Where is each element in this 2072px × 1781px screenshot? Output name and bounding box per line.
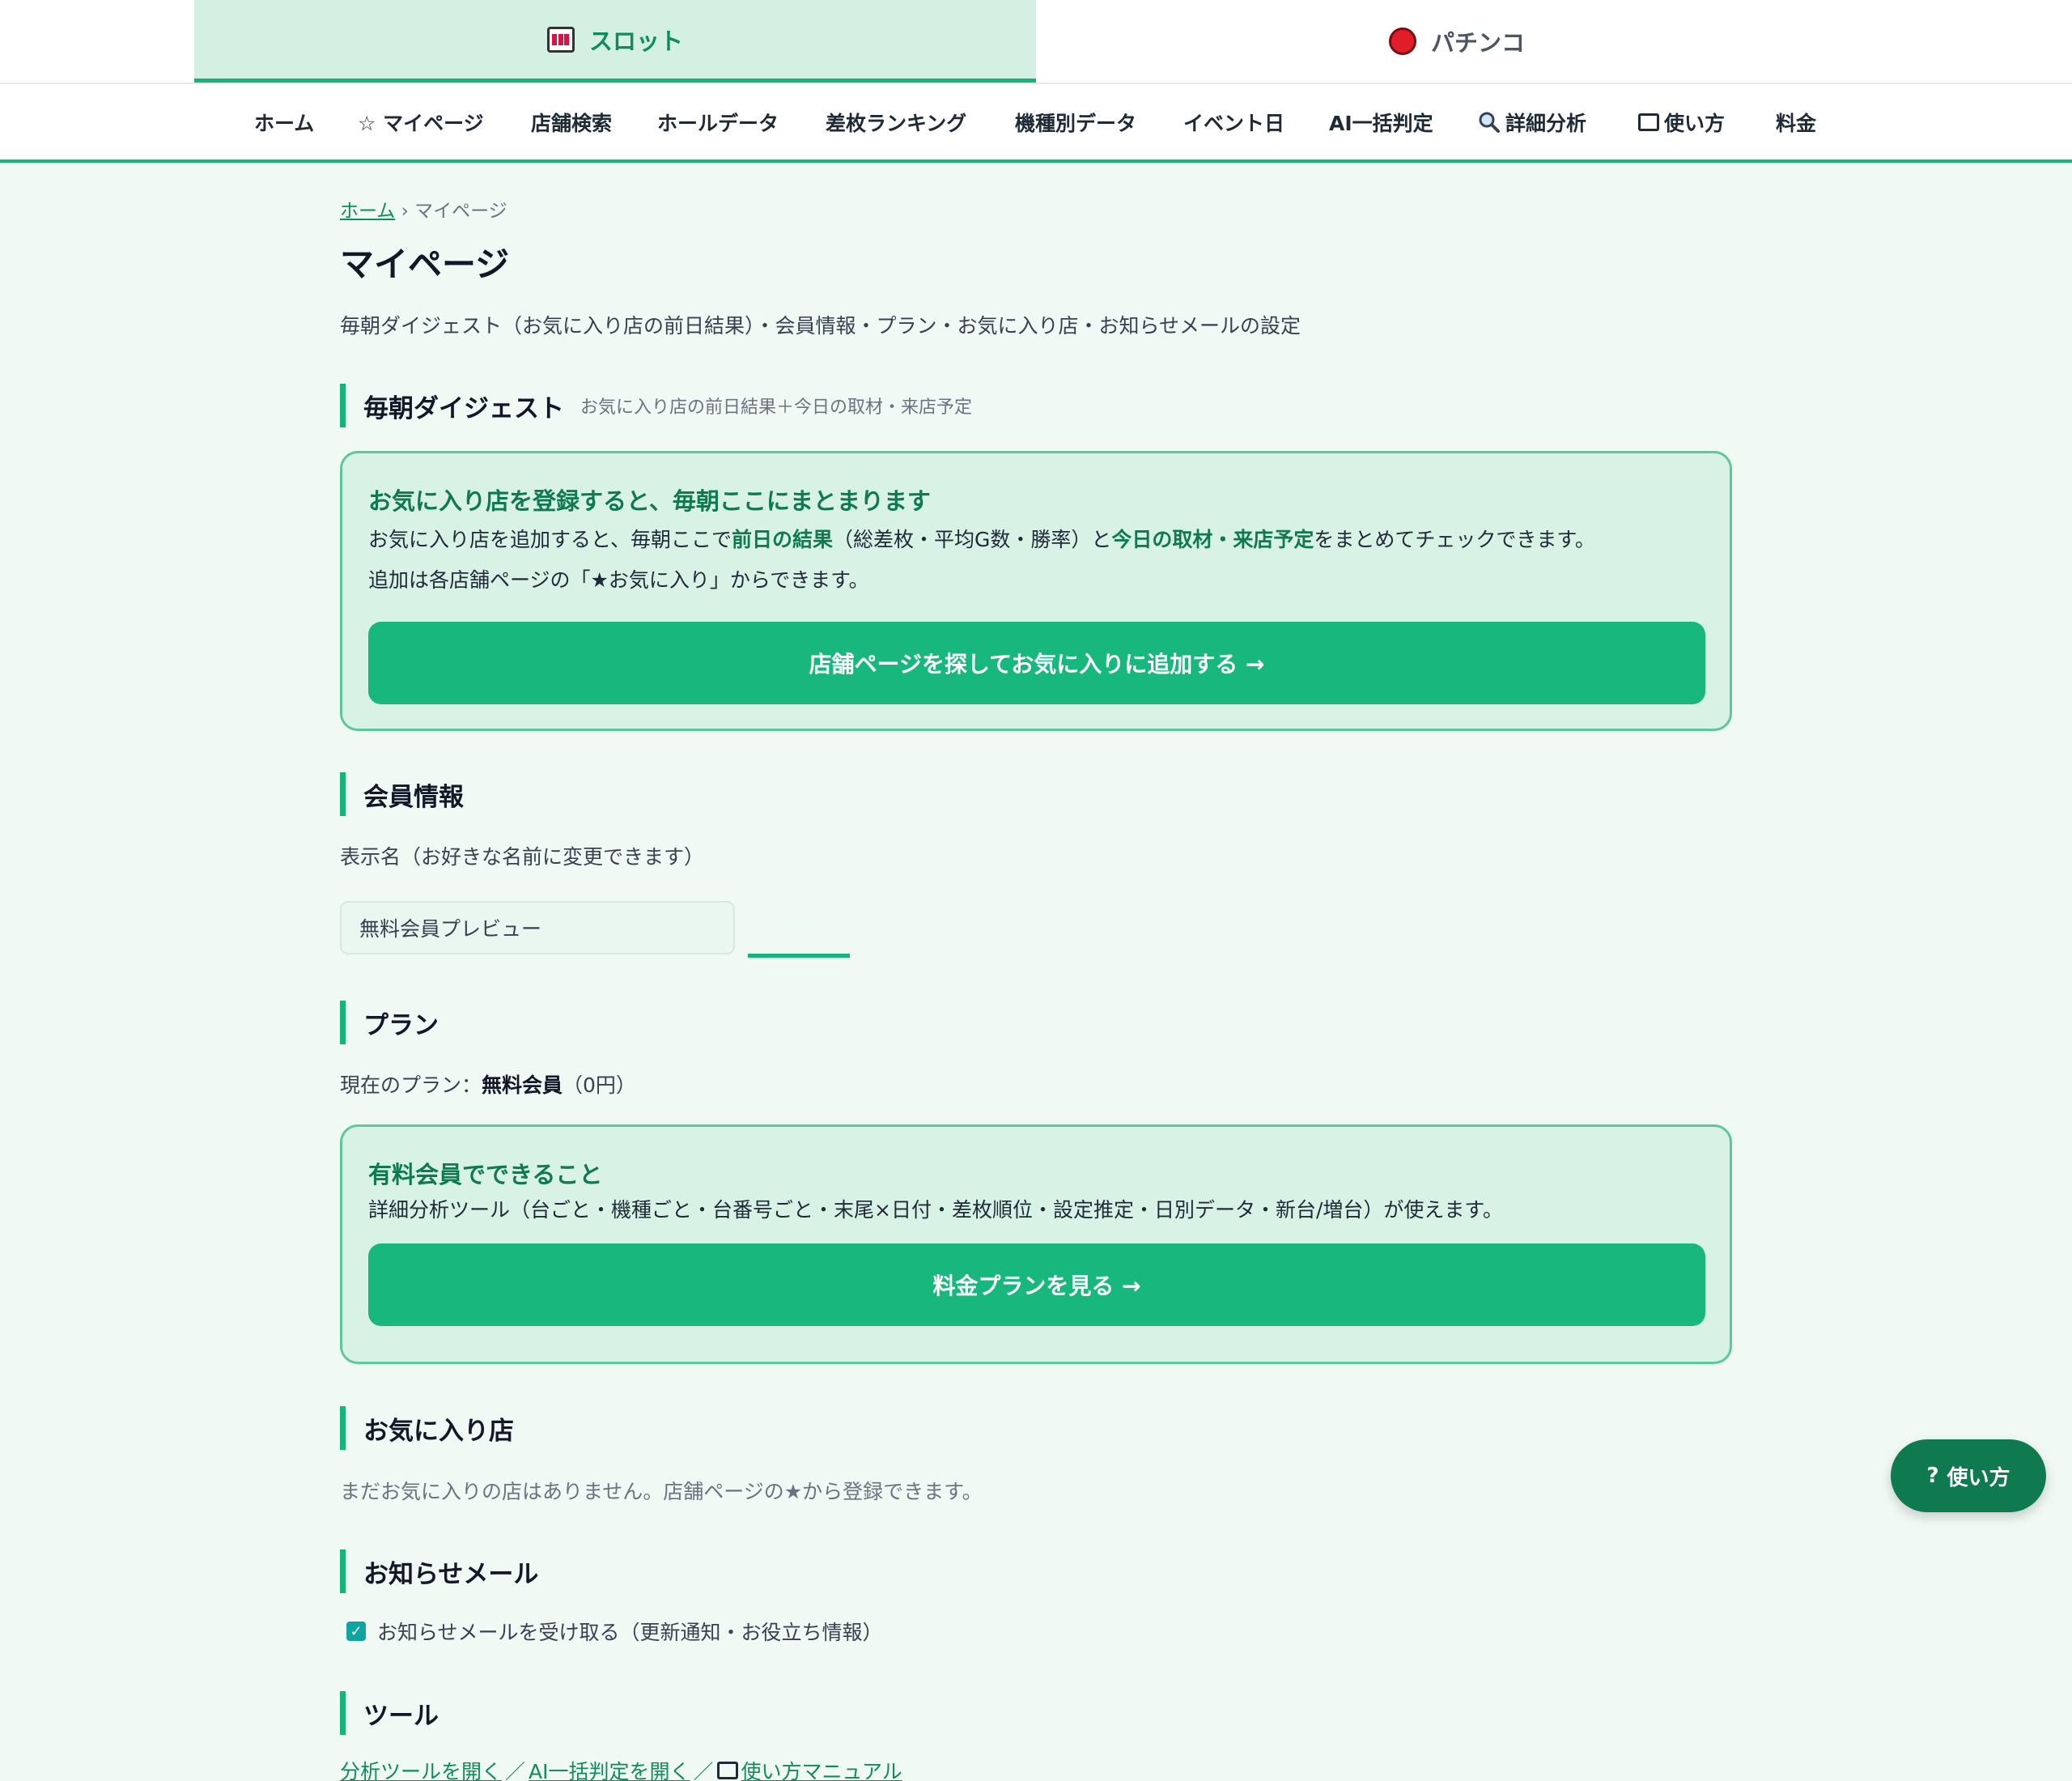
main-nav: ホーム ☆ マイページ 店舗検索 ホールデータ 差枚ランキング 機種別データ イ… [0,83,2072,163]
magnifier-icon [1479,112,1500,133]
nav-store-search[interactable]: 店舗検索 [531,84,612,159]
save-button[interactable]: 保存 [748,898,850,958]
help-question-icon: ? [1926,1464,1939,1488]
nav-ai-judge[interactable]: AI一括判定 [1329,84,1433,159]
digest-heading-title: 毎朝ダイジェスト [363,393,564,423]
nav-store-search-label: 店舗検索 [531,111,613,135]
nav-mypage-label: ☆ マイページ [358,111,484,135]
plan-card-title: 有料会員でできること [368,1161,603,1188]
digest-text-1b: 前日の結果 [732,528,834,551]
help-floating-button[interactable]: ? 使い方 [1891,1439,2046,1512]
digest-card-text-1: お気に入り店を追加すると、毎朝ここで前日の結果（総差枚・平均G数・勝率）と今日の… [368,520,1704,560]
nav-ranking[interactable]: 差枚ランキング [826,84,966,159]
plan-heading: プラン [340,1001,439,1044]
nav-home-label: ホーム [254,111,315,135]
tools-heading: ツール [340,1691,439,1735]
breadcrumb-current: マイページ [414,201,507,222]
digest-text-1d: 今日の取材・来店予定 [1111,528,1314,551]
nav-detail-analysis[interactable]: 詳細分析 [1478,84,1586,159]
manual-link[interactable]: 使い方マニュアル [741,1756,902,1781]
nav-machine-data-label: 機種別データ [1015,111,1137,135]
nav-ai-judge-label: AI一括判定 [1329,111,1433,135]
tool-links: 分析ツールを開く ／ AI一括判定を開く ／ 使い方マニュアル [340,1756,902,1781]
help-floating-label: 使い方 [1947,1465,2010,1490]
tool-link-separator-2: ／ [693,1760,714,1781]
member-heading: 会員情報 [340,772,464,816]
digest-heading-subtitle: お気に入り店の前日結果＋今日の取材・来店予定 [580,397,973,418]
current-plan-price: （0円） [563,1073,636,1097]
digest-text-1c: （総差枚・平均G数・勝率）と [833,528,1112,551]
current-plan-name: 無料会員 [482,1073,563,1097]
tools-heading-title: ツール [363,1701,439,1731]
digest-text-1e: をまとめてチェックできます。 [1314,528,1595,551]
mail-heading-title: お知らせメール [363,1559,539,1589]
nav-machine-data[interactable]: 機種別データ [1015,84,1136,159]
tab-slot-label: スロット [588,27,683,55]
mail-optin-row: ✓ お知らせメールを受け取る（更新通知・お役立ち情報） [346,1617,883,1646]
nav-ranking-label: 差枚ランキング [826,111,967,135]
open-analysis-tool-link[interactable]: 分析ツールを開く [340,1756,502,1781]
tab-pachinko[interactable]: パチンコ [1036,0,1878,83]
nav-detail-analysis-label: 詳細分析 [1505,111,1587,135]
digest-card-text-2: 追加は各店舗ページの「★お気に入り」からできます。 [368,568,869,592]
member-heading-title: 会員情報 [363,782,464,812]
nav-hall-data[interactable]: ホールデータ [657,84,779,159]
tab-slot[interactable]: スロット [194,0,1036,83]
current-plan-prefix: 現在のプラン： [340,1073,482,1097]
nav-howto[interactable]: 使い方 [1638,84,1725,159]
tool-link-separator-1: ／ [505,1760,526,1781]
mail-optin-checkbox[interactable]: ✓ [346,1622,366,1641]
nav-event-day-label: イベント日 [1183,111,1285,135]
book-icon [716,1762,738,1779]
mail-optin-label: お知らせメールを受け取る（更新通知・お役立ち情報） [377,1621,883,1644]
nav-howto-label: 使い方 [1664,111,1726,135]
book-icon [1638,113,1659,131]
slot-machine-icon [546,26,575,53]
view-pricing-button[interactable]: 料金プランを見る → [368,1243,1705,1326]
nav-event-day[interactable]: イベント日 [1183,84,1284,159]
digest-text-1a: お気に入り店を追加すると、毎朝ここで [368,528,732,551]
nav-mypage[interactable]: ☆ マイページ [358,84,484,159]
tab-pachinko-label: パチンコ [1430,29,1525,57]
display-name-label: 表示名（お好きな名前に変更できます） [340,845,705,869]
digest-card: お気に入り店を登録すると、毎朝ここにまとまります お気に入り店を追加すると、毎朝… [340,451,1732,731]
open-ai-judge-link[interactable]: AI一括判定を開く [529,1756,690,1781]
mail-heading: お知らせメール [340,1549,538,1593]
page-description: 毎朝ダイジェスト（お気に入り店の前日結果）・会員情報・プラン・お気に入り店・お知… [340,314,1301,338]
favorites-empty-text: まだお気に入りの店はありません。店舗ページの★から登録できます。 [340,1480,983,1503]
current-plan: 現在のプラン：無料会員（0円） [340,1069,636,1099]
nav-pricing-label: 料金 [1776,111,1817,135]
digest-card-title: お気に入り店を登録すると、毎朝ここにまとまります [368,487,931,515]
plan-card-text: 詳細分析ツール（台ごと・機種ごと・台番号ごと・末尾×日付・差枚順位・設定推定・日… [368,1198,1503,1222]
breadcrumb-separator: › [401,201,409,222]
mode-bar: スロット パチンコ [0,0,2072,83]
page-title: マイページ [340,244,510,284]
favorites-heading-title: お気に入り店 [363,1416,514,1446]
plan-heading-title: プラン [363,1010,439,1040]
display-name-input[interactable] [340,901,735,954]
find-store-button[interactable]: 店舗ページを探してお気に入りに追加する → [368,622,1705,704]
nav-home[interactable]: ホーム [254,84,314,159]
nav-pricing[interactable]: 料金 [1776,84,1816,159]
favorites-heading: お気に入り店 [340,1406,514,1450]
plan-card: 有料会員でできること 詳細分析ツール（台ごと・機種ごと・台番号ごと・末尾×日付・… [340,1124,1732,1364]
nav-hall-data-label: ホールデータ [657,111,779,135]
pachinko-ball-icon [1388,28,1416,55]
breadcrumb: ホーム › マイページ [340,195,507,223]
digest-heading: 毎朝ダイジェスト お気に入り店の前日結果＋今日の取材・来店予定 [340,384,972,427]
breadcrumb-home-link[interactable]: ホーム [340,201,395,222]
